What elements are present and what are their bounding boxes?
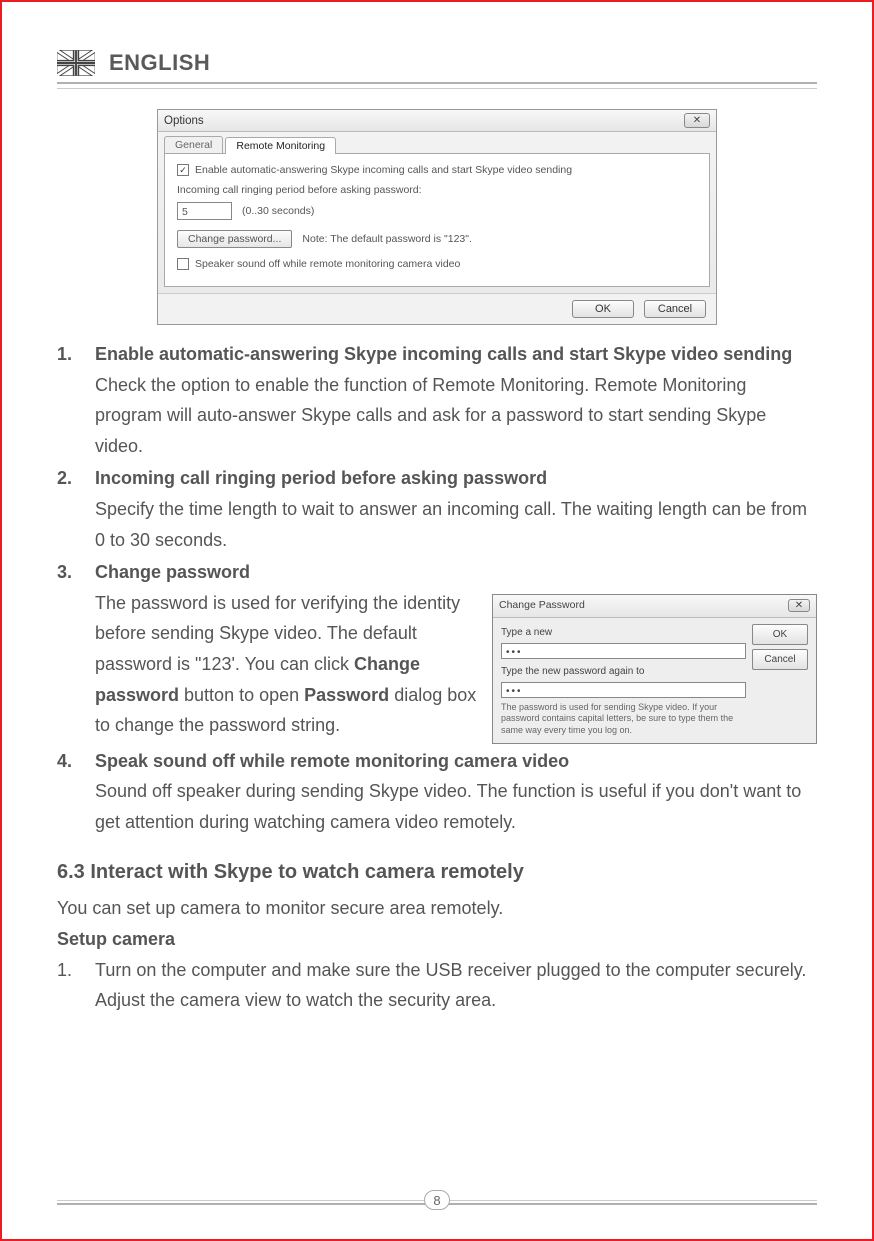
setup-camera-heading: Setup camera bbox=[57, 924, 817, 955]
options-title: Options bbox=[164, 115, 204, 127]
item-3-title: Change password bbox=[95, 562, 250, 582]
cp-label-2: Type the new password again to bbox=[501, 663, 746, 680]
item-4-title: Speak sound off while remote monitoring … bbox=[95, 751, 569, 771]
options-tab-body: ✓ Enable automatic-answering Skype incom… bbox=[164, 153, 710, 287]
cp-field-1[interactable]: ••• bbox=[501, 643, 746, 659]
close-icon[interactable]: ✕ bbox=[788, 599, 810, 612]
language-header: ENGLISH bbox=[57, 50, 817, 84]
item-2-title: Incoming call ringing period before aski… bbox=[95, 468, 547, 488]
item-2-number: 2. bbox=[57, 463, 95, 555]
options-titlebar: Options ✕ bbox=[158, 110, 716, 132]
item-1-number: 1. bbox=[57, 339, 95, 461]
ringing-period-hint: (0..30 seconds) bbox=[242, 205, 314, 217]
cp-field-2[interactable]: ••• bbox=[501, 682, 746, 698]
cp-cancel-button[interactable]: Cancel bbox=[752, 649, 808, 670]
enable-auto-answer-label: Enable automatic-answering Skype incomin… bbox=[195, 164, 572, 176]
cp-label-1: Type a new bbox=[501, 624, 746, 641]
default-password-note: Note: The default password is "123". bbox=[302, 233, 472, 245]
tab-remote-monitoring[interactable]: Remote Monitoring bbox=[225, 137, 336, 154]
item-1-desc-a: Check the option to enable the function … bbox=[95, 375, 589, 395]
change-password-dialog-screenshot: Change Password ✕ Type a new ••• Type th… bbox=[492, 594, 817, 744]
ringing-period-label: Incoming call ringing period before aski… bbox=[177, 184, 697, 196]
setup-step-1-number: 1. bbox=[57, 955, 95, 1016]
item-4-number: 4. bbox=[57, 746, 95, 838]
speaker-off-label: Speaker sound off while remote monitorin… bbox=[195, 258, 460, 270]
change-password-button[interactable]: Change password... bbox=[177, 230, 292, 248]
item-4-desc: Sound off speaker during sending Skype v… bbox=[95, 781, 801, 832]
page-footer: 8 bbox=[57, 1200, 817, 1205]
item-1-title: Enable automatic-answering Skype incomin… bbox=[95, 344, 792, 364]
page-number: 8 bbox=[424, 1190, 450, 1210]
item-3-number: 3. bbox=[57, 557, 95, 744]
options-tabs: General Remote Monitoring bbox=[158, 132, 716, 153]
enable-auto-answer-checkbox[interactable]: ✓ bbox=[177, 164, 189, 176]
item-3-desc-mid: button to open bbox=[179, 685, 304, 705]
body-content: 1. Enable automatic-answering Skype inco… bbox=[57, 339, 817, 1016]
tab-general[interactable]: General bbox=[164, 136, 223, 153]
cp-title: Change Password bbox=[499, 597, 585, 615]
cp-note: The password is used for sending Skype v… bbox=[501, 702, 746, 737]
item-3-desc: The password is used for verifying the i… bbox=[95, 588, 480, 741]
options-dialog-screenshot: Options ✕ General Remote Monitoring ✓ En… bbox=[157, 109, 717, 325]
ringing-period-input[interactable]: 5 bbox=[177, 202, 232, 220]
section-6-3-heading: 6.3 Interact with Skype to watch camera … bbox=[57, 855, 817, 889]
header-underline bbox=[57, 88, 817, 89]
uk-flag-icon bbox=[57, 50, 95, 76]
item-2-desc: Specify the time length to wait to answe… bbox=[95, 499, 807, 550]
section-6-3-intro: You can set up camera to monitor secure … bbox=[57, 893, 817, 924]
options-ok-button[interactable]: OK bbox=[572, 300, 634, 318]
options-footer: OK Cancel bbox=[158, 293, 716, 324]
page: ENGLISH Options ✕ General Remote Monitor… bbox=[0, 0, 874, 1241]
language-title: ENGLISH bbox=[109, 50, 210, 76]
item-3-desc-bold2: Password bbox=[304, 685, 389, 705]
cp-ok-button[interactable]: OK bbox=[752, 624, 808, 645]
speaker-off-checkbox[interactable] bbox=[177, 258, 189, 270]
options-cancel-button[interactable]: Cancel bbox=[644, 300, 706, 318]
close-icon[interactable]: ✕ bbox=[684, 113, 710, 128]
setup-step-1: Turn on the computer and make sure the U… bbox=[95, 955, 817, 1016]
